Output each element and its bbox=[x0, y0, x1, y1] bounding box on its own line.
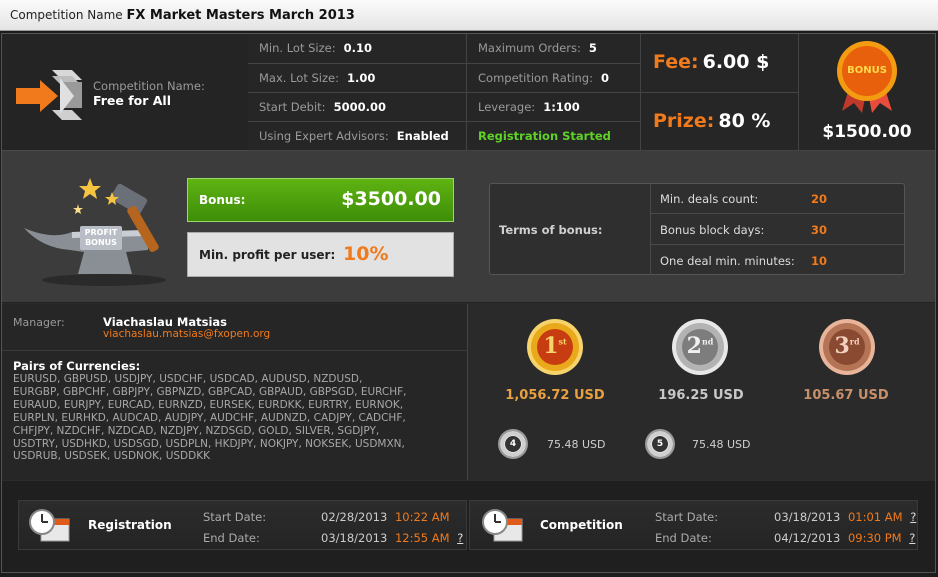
second-place-amount: 196.25 USD bbox=[658, 388, 744, 403]
prize-box: Prize: 80 % bbox=[641, 93, 799, 151]
competition-start-help-link[interactable]: ? bbox=[910, 510, 916, 524]
competition-title: FX Market Masters March 2013 bbox=[126, 8, 355, 23]
title-bar: Competition Name FX Market Masters March… bbox=[0, 0, 938, 31]
calendar-clock-icon bbox=[29, 509, 71, 543]
spec-expert-advisors: Using Expert Advisors: Enabled bbox=[248, 122, 467, 151]
title-label: Competition Name FX Market Masters March… bbox=[10, 8, 355, 23]
min-profit-box: Min. profit per user: 10% bbox=[187, 232, 454, 277]
bronze-medal-icon: 3rd bbox=[818, 318, 876, 376]
fifth-place-medal-icon: 5 bbox=[645, 429, 675, 459]
competition-start-date: 03/18/2013 01:01 AM ? bbox=[774, 510, 917, 524]
profit-bonus-anvil-icon: PROFIT BONUS bbox=[22, 170, 172, 288]
registration-dates-box: Registration Start Date: End Date: 02/28… bbox=[18, 500, 467, 550]
term-row: Bonus block days: 30 bbox=[650, 214, 905, 245]
pairs-title: Pairs of Currencies: bbox=[13, 359, 141, 373]
third-place-amount: 105.67 USD bbox=[803, 388, 889, 403]
term-row: One deal min. minutes: 10 bbox=[650, 245, 905, 275]
arrow-icon bbox=[16, 66, 86, 126]
spec-max-orders: Maximum Orders: 5 bbox=[467, 34, 641, 64]
bonus-ribbon-icon: BONUS bbox=[832, 39, 902, 115]
spec-start-debit: Start Debit: 5000.00 bbox=[248, 93, 467, 122]
competition-dates-title: Competition bbox=[540, 518, 623, 532]
fifth-place-amount: 75.48 USD bbox=[692, 438, 751, 451]
first-place-amount: 1,056.72 USD bbox=[505, 388, 605, 403]
terms-of-bonus-box: Terms of bonus: Min. deals count: 20 Bon… bbox=[489, 183, 905, 275]
registration-start-date: 02/28/2013 10:22 AM bbox=[321, 510, 450, 524]
calendar-clock-icon bbox=[482, 509, 524, 543]
silver-medal-icon: 2nd bbox=[671, 318, 729, 376]
competition-name-value: Free for All bbox=[93, 93, 171, 108]
fourth-place-amount: 75.48 USD bbox=[547, 438, 606, 451]
competition-end-date: 04/12/2013 09:30 PM ? bbox=[774, 531, 916, 545]
competition-end-help-link[interactable]: ? bbox=[909, 531, 915, 545]
spec-leverage: Leverage: 1:100 bbox=[467, 93, 641, 122]
manager-label: Manager: bbox=[13, 316, 65, 329]
bonus-amount-box: Bonus: $3500.00 bbox=[187, 178, 454, 222]
bonus-badge-box: BONUS $1500.00 bbox=[799, 34, 935, 151]
bonus-badge-amount: $1500.00 bbox=[822, 122, 912, 142]
term-row: Min. deals count: 20 bbox=[650, 184, 905, 214]
spec-min-lot: Min. Lot Size: 0.10 bbox=[248, 34, 467, 64]
manager-email-link[interactable]: viachaslau.matsias@fxopen.org bbox=[103, 328, 270, 340]
manager-name: Viachaslau Matsias bbox=[103, 315, 227, 329]
competition-dates-box: Competition Start Date: End Date: 03/18/… bbox=[469, 500, 918, 550]
registration-help-link[interactable]: ? bbox=[457, 531, 463, 545]
gold-medal-icon: 1st bbox=[526, 318, 584, 376]
pairs-list: EURUSD, GBPUSD, USDJPY, USDCHF, USDCAD, … bbox=[13, 373, 407, 463]
registration-status: Registration Started bbox=[467, 122, 641, 151]
registration-end-date: 03/18/2013 12:55 AM ? bbox=[321, 531, 464, 545]
divider bbox=[2, 350, 468, 351]
competition-name-label: Competition Name: bbox=[93, 79, 205, 93]
fourth-place-medal-icon: 4 bbox=[498, 429, 528, 459]
fee-box: Fee: 6.00 $ bbox=[641, 34, 799, 93]
spec-competition-rating: Competition Rating: 0 bbox=[467, 64, 641, 93]
spec-max-lot: Max. Lot Size: 1.00 bbox=[248, 64, 467, 93]
registration-title: Registration bbox=[88, 518, 172, 532]
